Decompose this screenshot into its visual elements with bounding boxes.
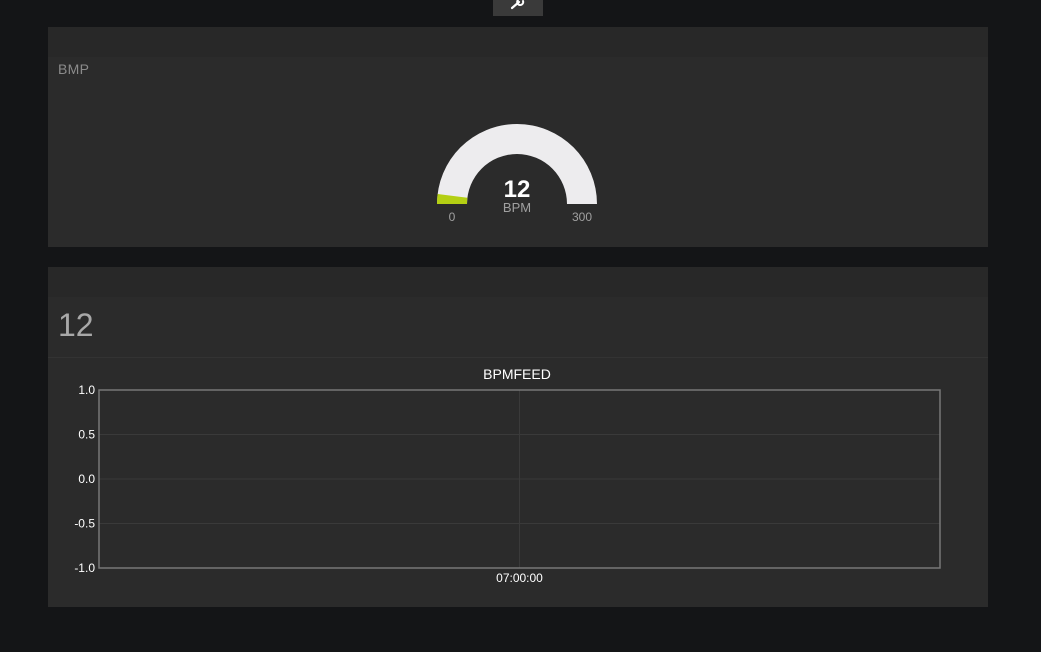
gauge-pane: BMP 12 BPM 0 300 xyxy=(48,27,988,247)
gauge-value: 12 xyxy=(504,176,531,203)
gauge-min-label: 0 xyxy=(449,210,456,224)
y-tick-label: -0.5 xyxy=(74,517,95,531)
toggle-tools-button[interactable] xyxy=(493,0,543,16)
chart-x-axis: 07:00:00 xyxy=(496,571,543,585)
chart-title: BPMFEED xyxy=(483,366,551,382)
wrench-icon xyxy=(510,0,525,10)
gauge-widget: 12 BPM 0 300 xyxy=(437,124,597,224)
chart-y-axis: 1.0 0.5 0.0 -0.5 -1.0 xyxy=(74,383,95,575)
gauge-units: BPM xyxy=(503,200,531,215)
chart-pane: 12 BPMFEED 1.0 0.5 0.0 -0.5 -1.0 07:00:00 xyxy=(48,267,988,607)
y-tick-label: 1.0 xyxy=(78,383,95,397)
y-tick-label: 0.0 xyxy=(78,472,95,486)
bpmfeed-chart: BPMFEED 1.0 0.5 0.0 -0.5 -1.0 07:00:00 xyxy=(74,366,941,585)
y-tick-label: -1.0 xyxy=(74,561,95,575)
chart-grid xyxy=(99,389,940,569)
gauge-max-label: 300 xyxy=(572,210,592,224)
dashboard: BMP 12 BPM 0 300 12 BPMFEED 1.0 0.5 0.0 -0.… xyxy=(0,0,1041,652)
y-tick-label: 0.5 xyxy=(78,428,95,442)
x-tick-label: 07:00:00 xyxy=(496,571,543,585)
